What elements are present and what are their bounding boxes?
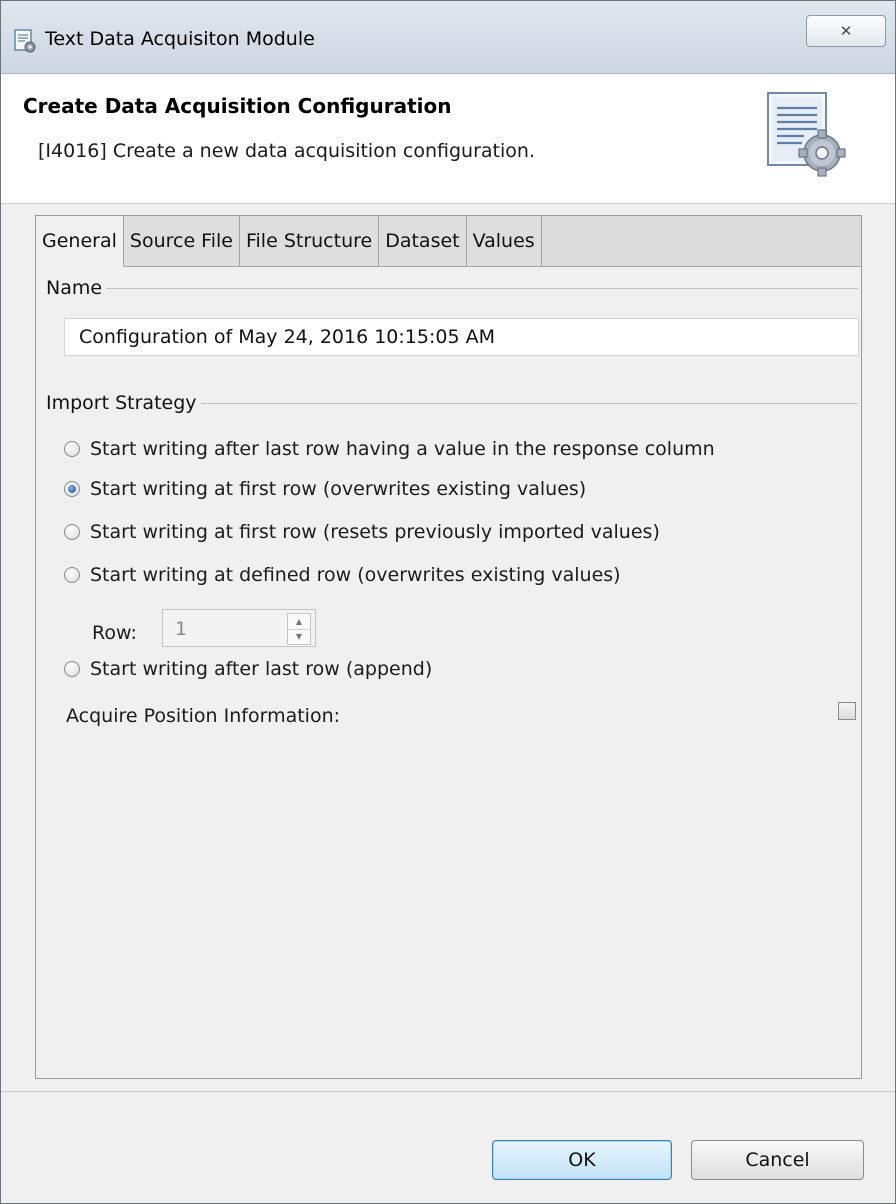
tab-folder: General Source File File Structure Datas…: [35, 215, 862, 1079]
settings-document-icon: [14, 29, 36, 53]
dialog-message: [I4016] Create a new data acquisition co…: [38, 140, 535, 162]
strategy-append-option[interactable]: Start writing after last row (append): [64, 658, 432, 680]
strategy-defined-row-option[interactable]: Start writing at defined row (overwrites…: [64, 564, 621, 586]
tab-label: General: [42, 230, 117, 252]
acquire-position-checkbox[interactable]: [838, 702, 856, 720]
strategy-first-row-overwrite-option[interactable]: Start writing at first row (overwrites e…: [64, 478, 586, 500]
cancel-button[interactable]: Cancel: [691, 1140, 864, 1180]
strategy-label: Start writing after last row having a va…: [90, 438, 715, 460]
spinner-up-icon[interactable]: ▲: [288, 614, 310, 630]
radio-button[interactable]: [64, 441, 80, 457]
ok-button[interactable]: OK: [492, 1140, 672, 1180]
dialog-window: Text Data Acquisiton Module ✕ Create Dat…: [0, 0, 896, 1204]
window-title: Text Data Acquisiton Module: [45, 28, 315, 50]
row-value: 1: [175, 618, 188, 640]
tab-values[interactable]: Values: [466, 216, 542, 266]
close-icon: ✕: [839, 22, 853, 40]
close-button[interactable]: ✕: [806, 15, 886, 47]
name-group-label: Name: [46, 277, 107, 299]
strategy-label: Start writing at first row (overwrites e…: [90, 478, 587, 500]
strategy-after-last-response-option[interactable]: Start writing after last row having a va…: [64, 438, 715, 460]
tab-file-structure[interactable]: File Structure: [239, 216, 380, 266]
dialog-header: Create Data Acquisition Configuration [I…: [1, 74, 895, 204]
tab-bar: General Source File File Structure Datas…: [36, 216, 861, 267]
tab-label: File Structure: [245, 230, 373, 252]
import-strategy-label: Import Strategy: [46, 392, 201, 414]
footer-separator: [1, 1091, 895, 1092]
tab-label: Dataset: [385, 230, 460, 252]
radio-button[interactable]: [64, 661, 80, 677]
tab-label: Values: [472, 230, 535, 252]
configuration-name-input[interactable]: [64, 318, 859, 356]
row-spinner[interactable]: 1 ▲ ▼: [162, 609, 316, 647]
tab-source-file[interactable]: Source File: [123, 216, 240, 266]
name-group-line: [46, 288, 858, 289]
title-bar: Text Data Acquisiton Module ✕: [1, 1, 895, 74]
ok-button-label: OK: [568, 1149, 596, 1171]
radio-button[interactable]: [64, 567, 80, 583]
acquire-position-label: Acquire Position Information:: [66, 705, 341, 727]
tab-label: Source File: [129, 230, 233, 252]
strategy-label: Start writing at defined row (overwrites…: [90, 564, 621, 586]
tab-general[interactable]: General: [36, 216, 124, 267]
strategy-first-row-reset-option[interactable]: Start writing at first row (resets previ…: [64, 521, 660, 543]
row-label: Row:: [92, 622, 137, 644]
dialog-title: Create Data Acquisition Configuration: [23, 94, 452, 118]
radio-button[interactable]: [64, 524, 80, 540]
strategy-label: Start writing at first row (resets previ…: [90, 521, 660, 543]
strategy-label: Start writing after last row (append): [90, 658, 433, 680]
cancel-button-label: Cancel: [745, 1149, 810, 1171]
tab-dataset[interactable]: Dataset: [379, 216, 467, 266]
spinner-buttons: ▲ ▼: [287, 613, 311, 645]
document-gear-icon: [767, 92, 846, 177]
radio-button-selected[interactable]: [64, 481, 80, 497]
spinner-down-icon[interactable]: ▼: [288, 629, 310, 644]
